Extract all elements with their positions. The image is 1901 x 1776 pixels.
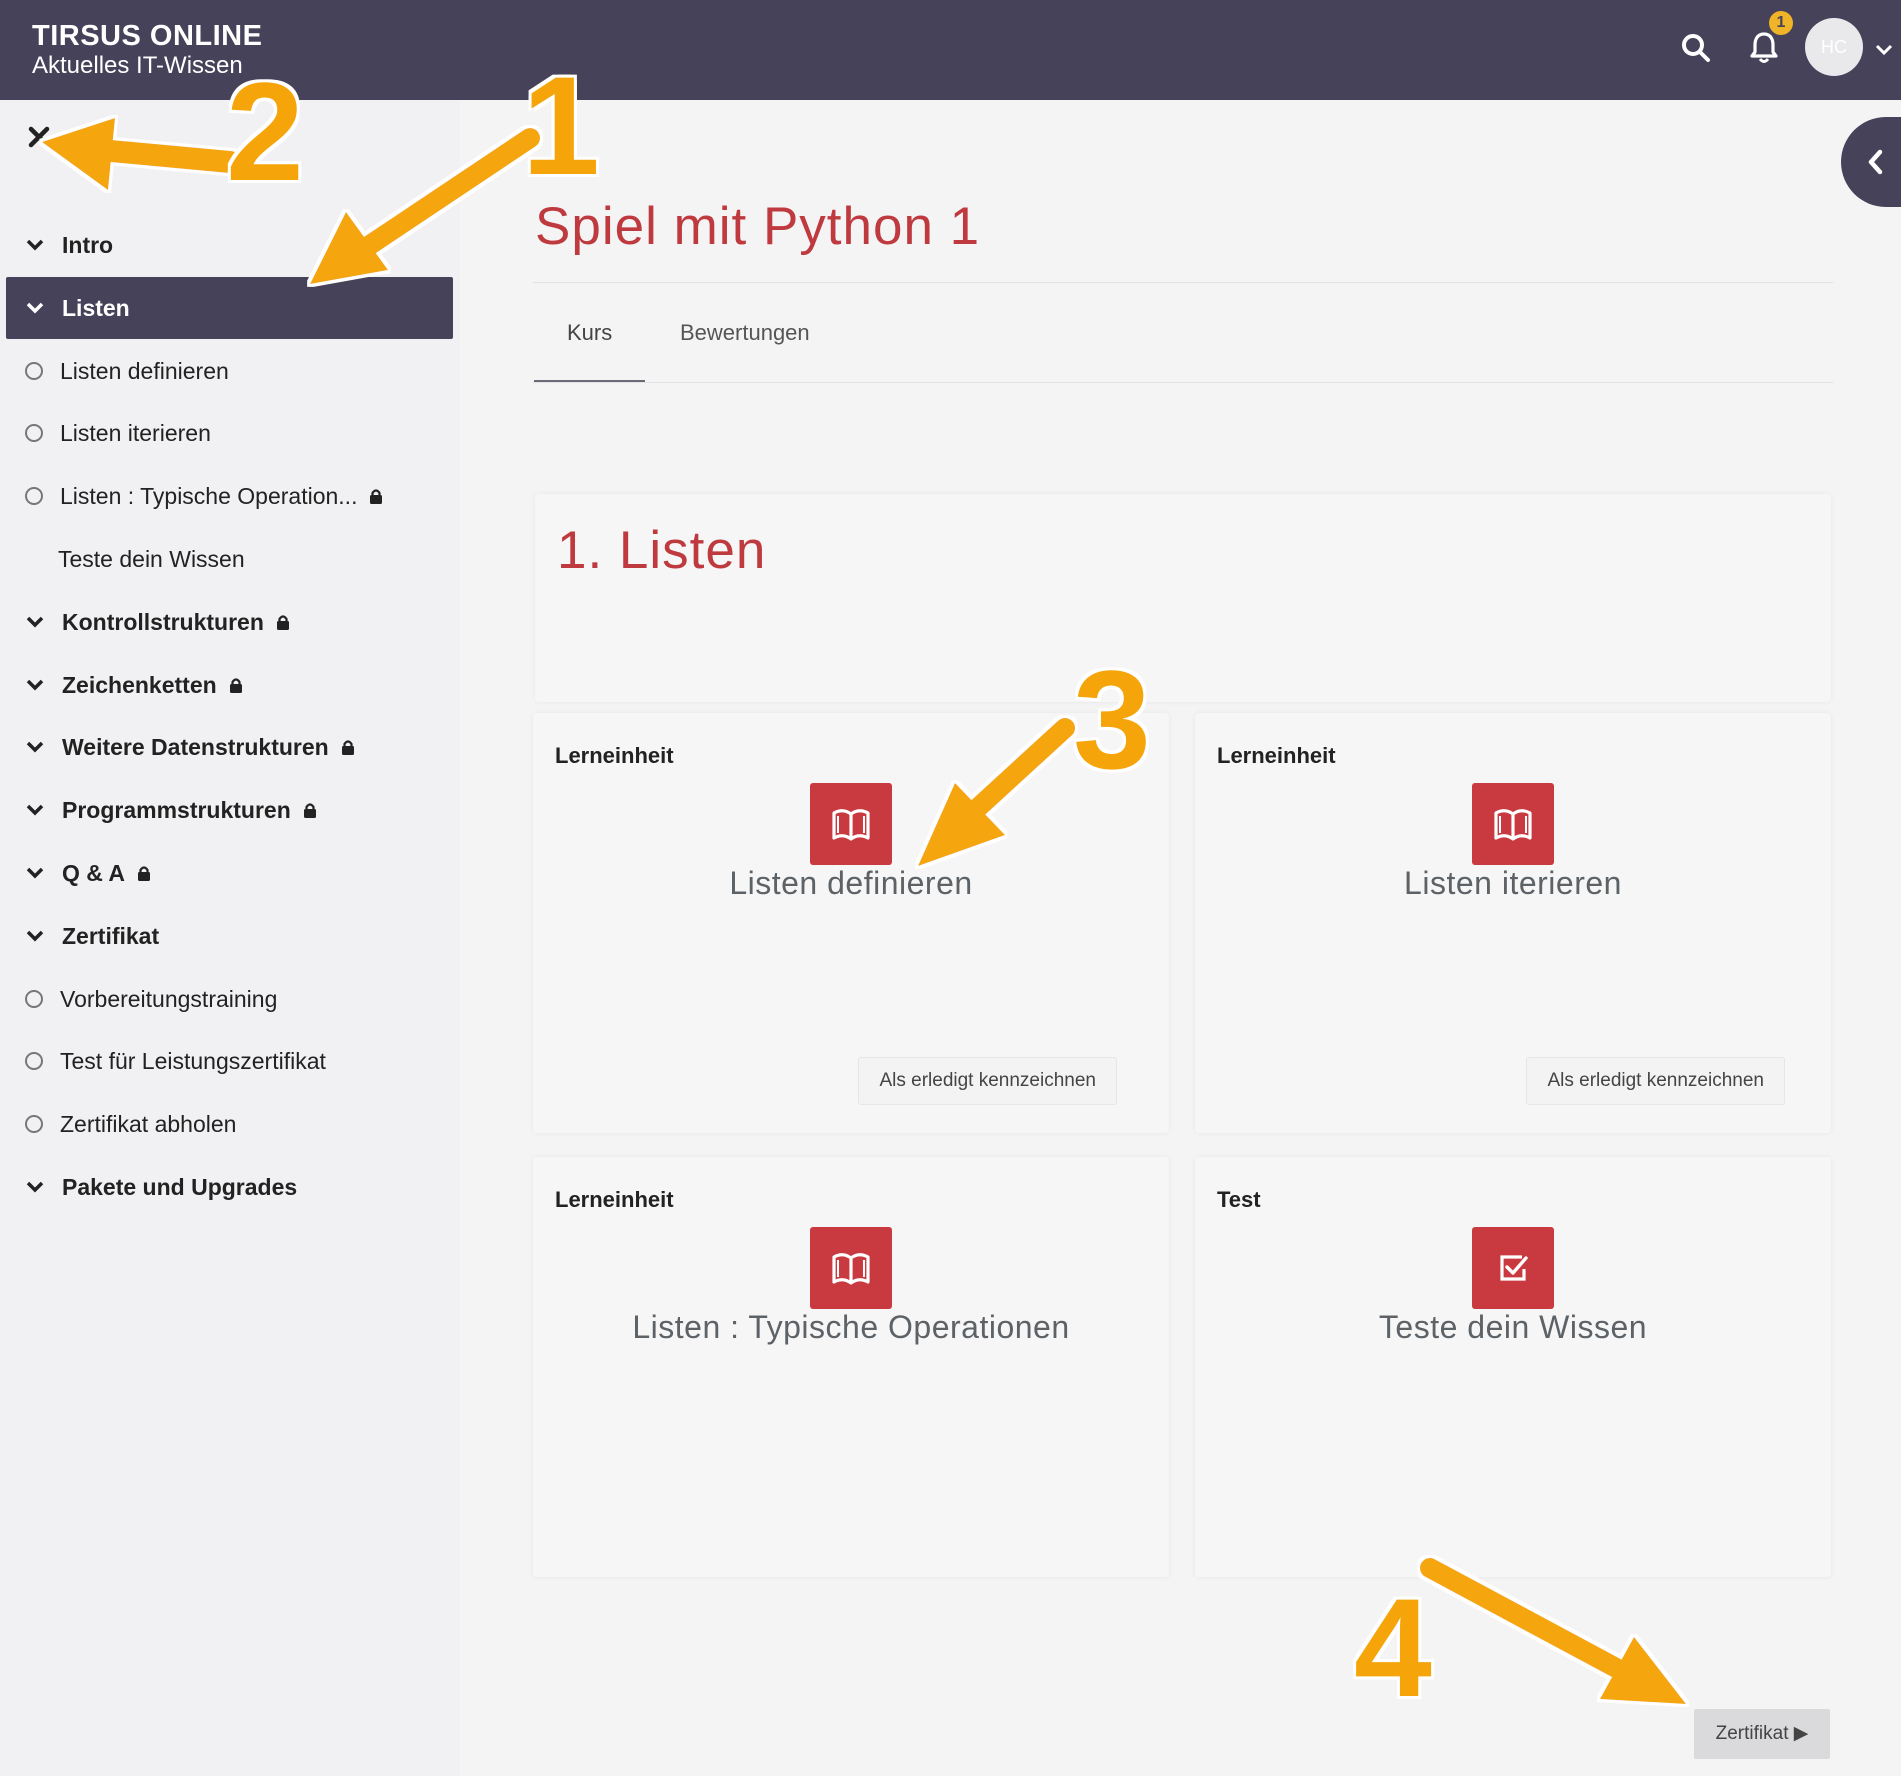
sidebar-item-label: Teste dein Wissen [58, 545, 245, 572]
chevron-left-icon [1868, 149, 1883, 175]
mark-done-button[interactable]: Als erledigt kennzeichnen [1526, 1057, 1785, 1105]
sidebar-item-test-für-leistungszertifikat[interactable]: Test für Leistungszertifikat [6, 1030, 453, 1092]
card-type: Lerneinheit [555, 1187, 674, 1212]
sidebar-item-label: Pakete und Upgrades [62, 1173, 298, 1200]
status-circle-icon [25, 1115, 43, 1133]
sidebar-item-listen[interactable]: Listen [6, 277, 453, 339]
card-type: Test [1217, 1187, 1261, 1212]
sidebar-item-label: Vorbereitungstraining [60, 985, 278, 1012]
status-circle-icon [25, 1052, 43, 1070]
sidebar-item-intro[interactable]: Intro [6, 214, 453, 276]
sidebar-item-label: Kontrollstrukturen [62, 608, 264, 635]
tab-bewertungen[interactable]: Bewertungen [647, 318, 843, 382]
lock-icon [303, 802, 316, 818]
sidebar-item-label: Listen [62, 294, 130, 321]
lock-icon [276, 614, 289, 630]
card-type: Lerneinheit [555, 743, 674, 768]
sidebar-item-label: Listen iterieren [60, 419, 211, 446]
avatar[interactable]: HC [1805, 18, 1863, 76]
tabs-divider [533, 382, 1833, 383]
annotation-number: 2 [226, 53, 304, 210]
annotation-arrow-4 [1420, 1558, 1686, 1704]
book-icon [810, 1227, 892, 1309]
tab-label: Kurs [567, 320, 613, 345]
lock-icon [341, 739, 354, 755]
annotation-number: 1 [522, 47, 600, 204]
chevron-down-icon [26, 741, 44, 753]
chevron-down-icon [26, 1181, 44, 1193]
sidebar-item-teste-dein-wissen[interactable]: Teste dein Wissen [6, 528, 453, 590]
sidebar-item-label: Listen : Typische Operation... [60, 482, 358, 509]
lock-icon [229, 677, 242, 693]
right-panel-toggle[interactable] [1841, 117, 1901, 207]
sidebar-item-label: Test für Leistungszertifikat [60, 1047, 326, 1074]
chevron-down-icon [26, 302, 44, 314]
sidebar-item-vorbereitungstraining[interactable]: Vorbereitungstraining [6, 968, 453, 1030]
search-icon[interactable] [1676, 28, 1716, 68]
section-title: 1. Listen [557, 521, 767, 580]
sidebar-item-label: Zertifikat abholen [60, 1110, 237, 1137]
mark-done-button[interactable]: Als erledigt kennzeichnen [858, 1057, 1117, 1105]
lock-icon [370, 488, 383, 504]
course-title: Spiel mit Python 1 [535, 197, 981, 256]
chevron-down-icon [26, 867, 44, 879]
book-icon [1472, 783, 1554, 865]
status-circle-icon [25, 424, 43, 442]
sidebar-item-label: Listen definieren [60, 357, 229, 384]
test-card[interactable]: Test Teste dein Wissen [1195, 1157, 1831, 1577]
annotation-number: 4 [1354, 1569, 1432, 1726]
sidebar-item-kontrollstrukturen[interactable]: Kontrollstrukturen [6, 591, 453, 653]
sidebar-item-label: Q & A [62, 859, 126, 886]
next-certificate-button[interactable]: Zertifikat ▶ [1694, 1709, 1830, 1759]
divider [533, 282, 1833, 283]
card-title: Listen definieren [729, 865, 973, 901]
sidebar-item-programmstrukturen[interactable]: Programmstrukturen [6, 779, 453, 841]
lock-icon [138, 865, 151, 881]
status-circle-icon [25, 990, 43, 1008]
sidebar-item-weitere-datenstrukturen[interactable]: Weitere Datenstrukturen [6, 716, 453, 778]
sidebar-item-zeichenketten[interactable]: Zeichenketten [6, 654, 453, 716]
chevron-down-icon [26, 930, 44, 942]
tab-label: Bewertungen [680, 320, 810, 345]
sidebar-item-zertifikat[interactable]: Zertifikat [6, 905, 453, 967]
annotation-number: 3 [1073, 641, 1151, 798]
card-title: Listen iterieren [1404, 865, 1622, 901]
book-icon [810, 783, 892, 865]
sidebar-item-label: Zeichenketten [62, 671, 217, 698]
checkbox-icon [1472, 1227, 1554, 1309]
sidebar-item-q-a[interactable]: Q & A [6, 842, 453, 904]
sidebar-item-label: Zertifikat [62, 922, 160, 949]
status-circle-icon [25, 362, 43, 380]
brand-title: TIRSUS ONLINE [32, 20, 263, 52]
notification-badge: 1 [1769, 11, 1793, 35]
chevron-down-icon [26, 616, 44, 628]
chevron-down-icon [26, 679, 44, 691]
tab-kurs[interactable]: Kurs [534, 318, 646, 382]
close-icon[interactable] [26, 124, 52, 150]
sidebar-item-listen-iterieren[interactable]: Listen iterieren [6, 402, 453, 464]
lesson-card[interactable]: Lerneinheit Listen iterieren Als erledig… [1195, 713, 1831, 1133]
sidebar-item-listen-definieren[interactable]: Listen definieren [6, 340, 453, 402]
sidebar-item-label: Weitere Datenstrukturen [62, 733, 329, 760]
sidebar-item-listen-typische-operation[interactable]: Listen : Typische Operation... [6, 465, 453, 527]
sidebar-item-label: Intro [62, 231, 114, 258]
card-title: Teste dein Wissen [1378, 1309, 1648, 1345]
sidebar-item-label: Programmstrukturen [62, 796, 291, 823]
chevron-down-icon [26, 239, 44, 251]
status-circle-icon [25, 487, 43, 505]
section-header-card: 1. Listen [535, 494, 1831, 702]
chevron-down-icon [26, 804, 44, 816]
card-type: Lerneinheit [1217, 743, 1336, 768]
sidebar-item-zertifikat-abholen[interactable]: Zertifikat abholen [6, 1093, 453, 1155]
course-sidebar: Intro Listen Listen definieren Listen iteri… [0, 100, 460, 1776]
chevron-down-icon[interactable] [1873, 38, 1895, 60]
card-title: Listen : Typische Operationen [632, 1309, 1070, 1345]
lesson-card[interactable]: Lerneinheit Listen : Typische Operatione… [533, 1157, 1169, 1577]
sidebar-item-pakete-und-upgrades[interactable]: Pakete und Upgrades [6, 1156, 453, 1218]
